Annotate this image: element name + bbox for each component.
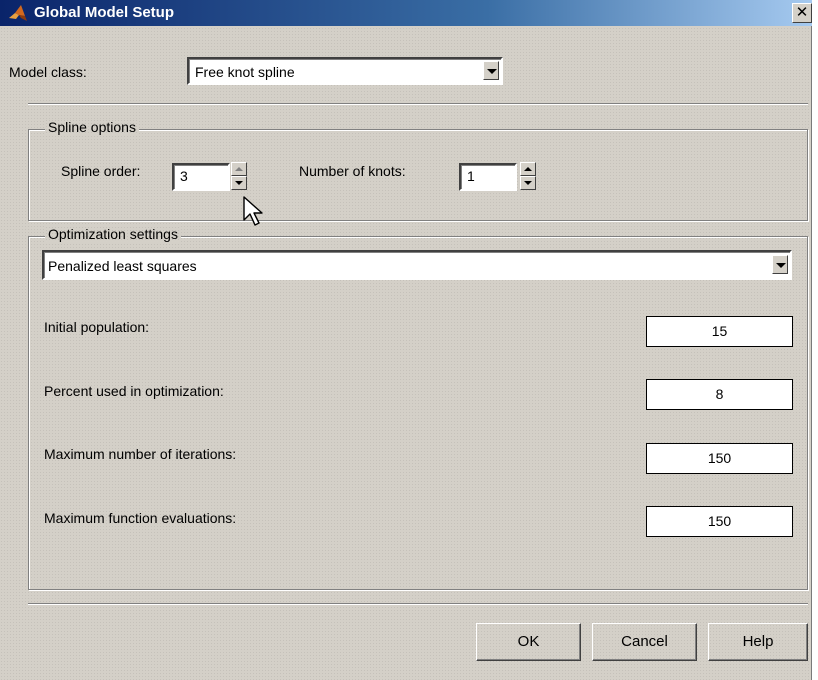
spin-down-icon[interactable] xyxy=(520,176,536,190)
max-iterations-label: Maximum number of iterations: xyxy=(44,446,237,462)
spline-options-group xyxy=(28,129,808,221)
model-class-value: Free knot spline xyxy=(195,64,295,80)
number-of-knots-field[interactable]: 1 xyxy=(459,163,517,191)
spline-order-field[interactable]: 3 xyxy=(172,163,230,191)
separator xyxy=(28,103,808,105)
optimization-method-value: Penalized least squares xyxy=(48,258,197,274)
global-model-setup-dialog: Global Model Setup ✕ Model class: Free k… xyxy=(0,0,812,680)
max-function-evaluations-label: Maximum function evaluations: xyxy=(44,510,237,526)
chevron-down-icon[interactable] xyxy=(772,255,788,274)
max-function-evaluations-field[interactable]: 150 xyxy=(646,506,793,537)
max-function-evaluations-value: 150 xyxy=(707,513,732,529)
initial-population-field[interactable]: 15 xyxy=(646,316,793,347)
separator xyxy=(28,603,808,605)
model-class-label: Model class: xyxy=(9,64,87,80)
percent-used-value: 8 xyxy=(715,386,724,402)
number-of-knots-spinner[interactable] xyxy=(520,162,536,190)
spline-order-value: 3 xyxy=(180,168,188,184)
initial-population-value: 15 xyxy=(711,323,728,339)
max-iterations-value: 150 xyxy=(707,450,732,466)
matlab-logo-icon xyxy=(9,5,27,21)
spin-up-icon[interactable] xyxy=(231,162,247,176)
spin-up-icon[interactable] xyxy=(520,162,536,176)
close-button[interactable]: ✕ xyxy=(792,3,812,23)
window-title: Global Model Setup xyxy=(34,4,175,21)
percent-used-field[interactable]: 8 xyxy=(646,379,793,410)
chevron-down-icon[interactable] xyxy=(483,61,499,80)
spline-options-title: Spline options xyxy=(45,119,139,135)
mouse-pointer-icon xyxy=(243,196,263,226)
help-button[interactable]: Help xyxy=(708,623,808,661)
max-iterations-field[interactable]: 150 xyxy=(646,443,793,474)
optimization-method-dropdown[interactable]: Penalized least squares xyxy=(42,250,792,280)
spline-order-spinner[interactable] xyxy=(231,162,247,190)
spline-order-label: Spline order: xyxy=(61,163,141,179)
spin-down-icon[interactable] xyxy=(231,176,247,190)
ok-button[interactable]: OK xyxy=(476,623,581,661)
optimization-settings-title: Optimization settings xyxy=(45,226,181,242)
initial-population-label: Initial population: xyxy=(44,319,150,335)
percent-used-label: Percent used in optimization: xyxy=(44,383,224,399)
number-of-knots-value: 1 xyxy=(467,168,475,184)
cancel-button[interactable]: Cancel xyxy=(592,623,697,661)
number-of-knots-label: Number of knots: xyxy=(299,163,406,179)
title-bar[interactable]: Global Model Setup ✕ xyxy=(0,0,812,26)
model-class-dropdown[interactable]: Free knot spline xyxy=(187,57,503,85)
